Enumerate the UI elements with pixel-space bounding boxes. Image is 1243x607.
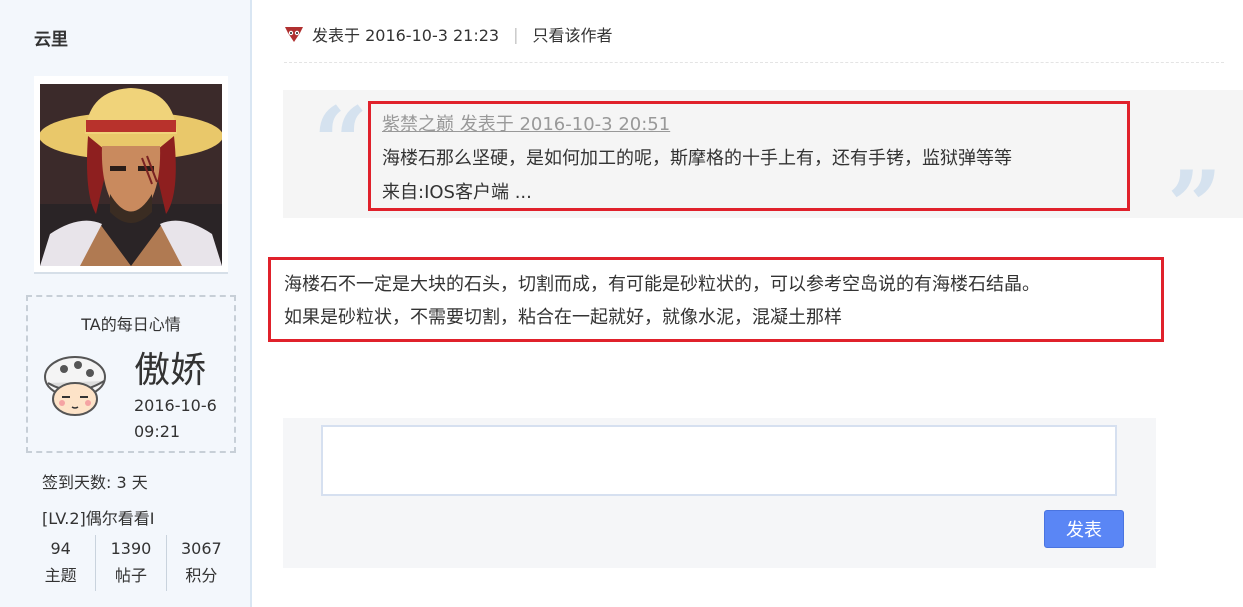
- stat-label: 帖子: [114, 566, 147, 585]
- submit-reply-button[interactable]: 发表: [1044, 510, 1124, 548]
- mood-date: 2016-10-6: [134, 396, 217, 415]
- quote-author-link[interactable]: 紫禁之巅 发表于 2016-10-3 20:51: [382, 110, 670, 136]
- header-divider: [284, 62, 1224, 63]
- stat-value: 94: [50, 539, 71, 558]
- user-level[interactable]: [LV.2]偶尔看看I: [42, 505, 155, 529]
- online-status-icon: [285, 27, 303, 42]
- daily-mood-box: TA的每日心情 傲娇 2016-10-6 09:21: [26, 295, 236, 453]
- post-timestamp: 发表于 2016-10-3 21:23: [312, 26, 500, 45]
- stat-topics[interactable]: 94 主题: [26, 535, 95, 591]
- author-avatar[interactable]: [34, 76, 228, 274]
- user-stats: 94 主题 1390 帖子 3067 积分: [26, 535, 236, 591]
- mood-emoji-icon: [44, 356, 106, 416]
- quote-text: 海楼石那么坚硬，是如何加工的呢，斯摩格的十手上有，还有手铐，监狱弹等等: [382, 148, 1012, 169]
- signin-days: 签到天数: 3 天: [42, 473, 148, 492]
- stat-label: 积分: [185, 566, 218, 585]
- mood-datetime: 2016-10-6 09:21: [134, 393, 217, 445]
- stat-value: 3067: [180, 539, 222, 558]
- open-quote-icon: “: [313, 86, 369, 199]
- reply-text-line: 如果是砂粒状，不需要切割，粘合在一起就好，就像水泥，混凝土那样: [284, 307, 842, 328]
- stat-label: 主题: [44, 566, 77, 585]
- reply-text-line: 海楼石不一定是大块的石头，切割而成，有可能是砂粒状的，可以参考空岛说的有海楼石结…: [284, 274, 1040, 295]
- author-only-link[interactable]: 只看该作者: [532, 22, 612, 46]
- stat-points[interactable]: 3067 积分: [165, 535, 236, 591]
- header-separator: |: [513, 24, 519, 44]
- author-sidebar: 云里 TA的每日心情 傲娇 2016-10-6 09:21 签到天数: 3 天 …: [0, 0, 252, 607]
- quote-source: 来自:IOS客户端 ...: [382, 182, 532, 203]
- mood-time: 09:21: [134, 422, 181, 441]
- avatar-image: [40, 84, 222, 266]
- mood-word: 傲娇: [134, 350, 207, 391]
- author-username[interactable]: 云里: [34, 25, 68, 50]
- mood-title: TA的每日心情: [81, 315, 181, 334]
- post-header: 发表于 2016-10-3 21:23 | 只看该作者: [284, 22, 613, 46]
- reply-input[interactable]: [321, 425, 1117, 496]
- stat-posts[interactable]: 1390 帖子: [95, 535, 165, 591]
- stat-value: 1390: [110, 539, 152, 558]
- close-quote-icon: ”: [1167, 150, 1223, 263]
